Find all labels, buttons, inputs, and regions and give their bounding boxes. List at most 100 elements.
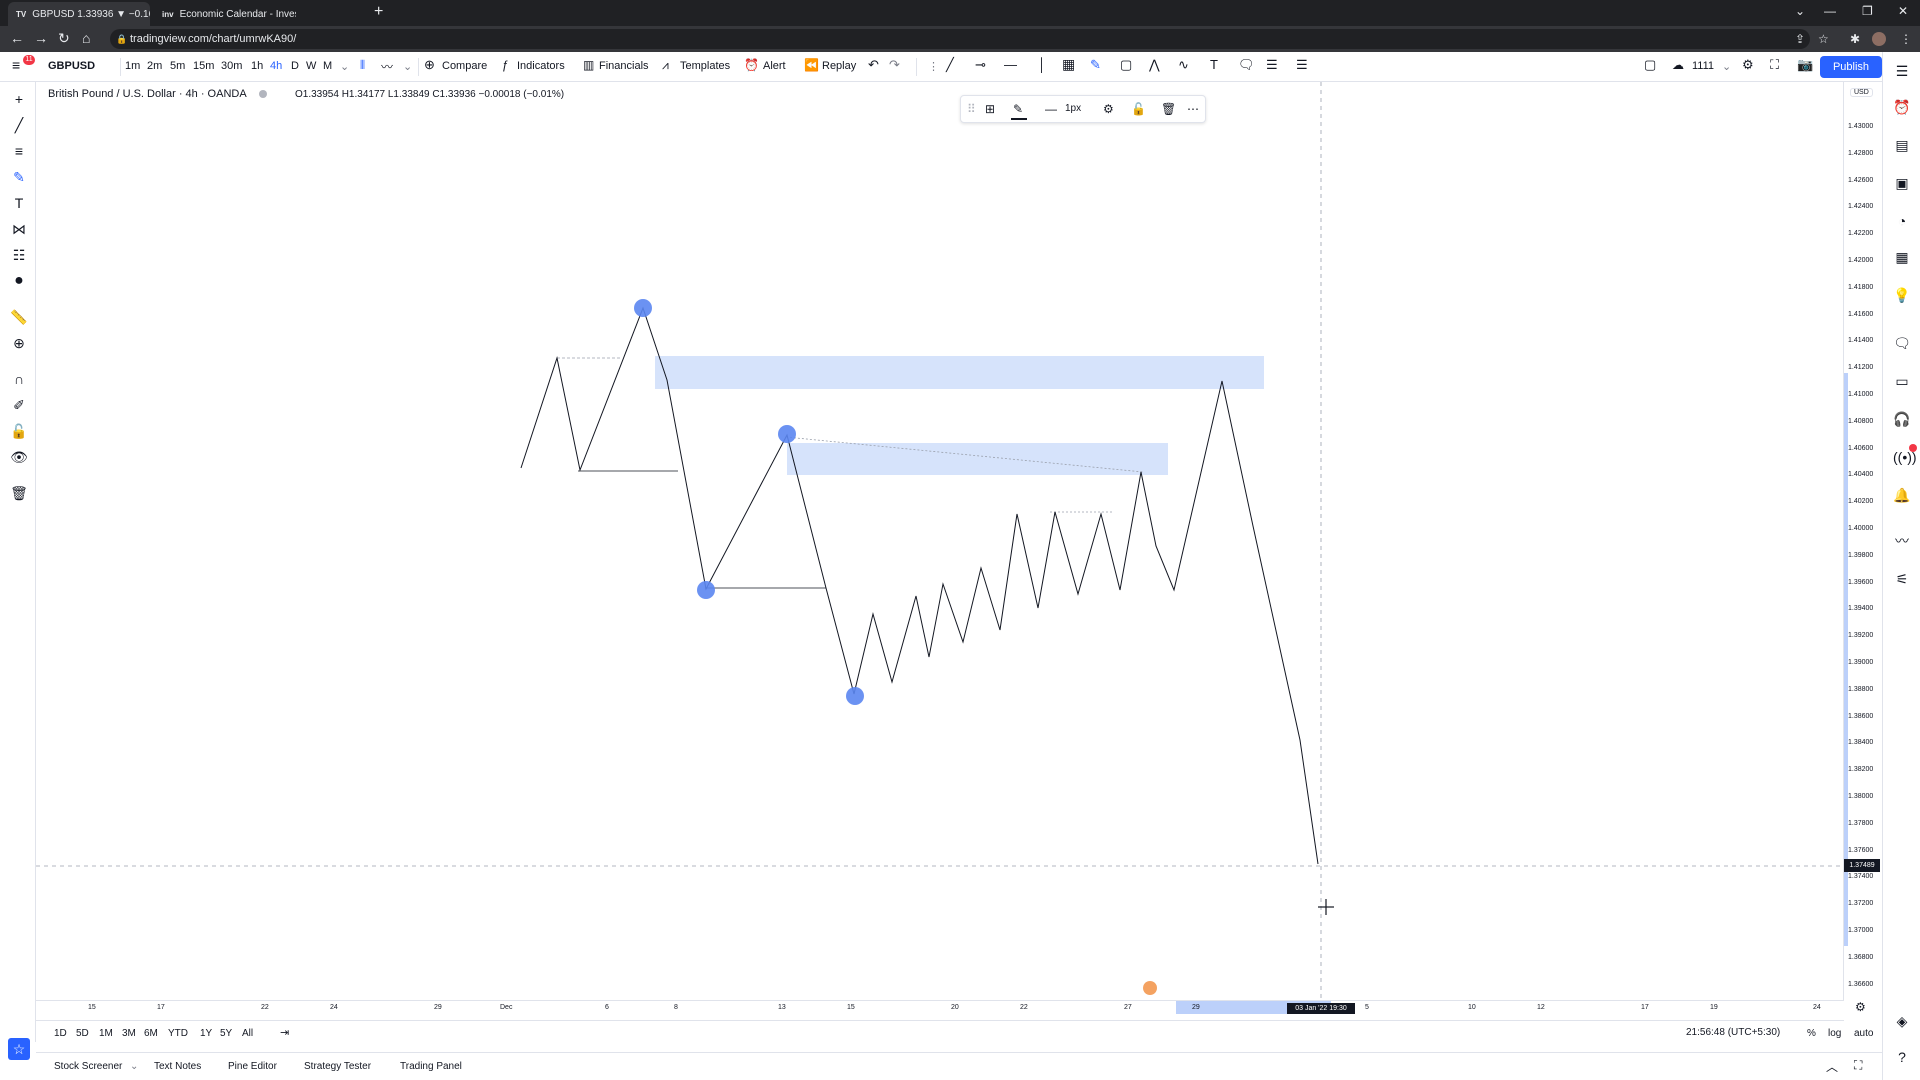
alerts-clock-icon[interactable]: ⏰ [1893, 98, 1911, 116]
log-scale-toggle[interactable]: log [1828, 1028, 1841, 1039]
trend-line-icon[interactable]: ╱ [10, 116, 28, 134]
line-width-icon[interactable]: — [1045, 102, 1057, 116]
tab-pine-editor[interactable]: Pine Editor [228, 1061, 277, 1072]
replay-icon[interactable]: ⏪ [804, 58, 819, 72]
maximize-icon[interactable]: ❐ [1862, 4, 1873, 18]
watchlist-icon[interactable]: ☰ [1893, 62, 1911, 80]
chevron-down-icon[interactable]: ⌄ [130, 1061, 138, 1072]
fib-grid-icon[interactable]: ▦ [1062, 56, 1075, 73]
more-icon[interactable]: ⋯ [1187, 102, 1199, 116]
trash-icon[interactable]: 🗑 [10, 484, 28, 502]
home-icon[interactable]: ⌂ [82, 30, 90, 46]
indicators-icon[interactable]: ƒ [502, 58, 509, 72]
notifications-bell-icon[interactable]: 🔔 [1893, 486, 1911, 504]
extensions-icon[interactable]: ✱ [1850, 32, 1860, 46]
replay-button[interactable]: Replay [822, 60, 856, 72]
economic-event-icon[interactable] [1143, 981, 1157, 995]
candles-icon[interactable]: ⫴ [360, 58, 365, 73]
settings-gear-icon[interactable]: ⚙ [1742, 57, 1754, 73]
indicators-button[interactable]: Indicators [517, 60, 565, 72]
compare-button[interactable]: Compare [442, 60, 487, 72]
chevron-down-icon[interactable]: ⌄ [1722, 60, 1731, 73]
prediction-icon[interactable]: ☷ [10, 246, 28, 264]
percent-scale-toggle[interactable]: % [1807, 1028, 1816, 1039]
range-6m[interactable]: 6M [144, 1028, 158, 1039]
goto-date-icon[interactable]: ⇥ [280, 1026, 289, 1039]
streams-icon[interactable]: 🎧 [1893, 410, 1911, 428]
tab-stock-screener[interactable]: Stock Screener [54, 1061, 122, 1072]
tab-strategy-tester[interactable]: Strategy Tester [304, 1061, 371, 1072]
templates-button[interactable]: Templates [680, 60, 730, 72]
range-1y[interactable]: 1Y [200, 1028, 212, 1039]
callout-icon[interactable]: 🗨 [1238, 57, 1255, 73]
drag-handle-icon[interactable]: ⋮ [928, 60, 939, 73]
collapse-panel-icon[interactable]: ︿ [1826, 1058, 1838, 1075]
financials-button[interactable]: Financials [599, 60, 649, 72]
brush-price-path[interactable] [520, 306, 1319, 865]
interval-4h[interactable]: 4h [270, 60, 282, 72]
interval-30m[interactable]: 30m [221, 60, 242, 72]
tab-text-notes[interactable]: Text Notes [154, 1061, 201, 1072]
publish-button[interactable]: Publish [1820, 56, 1882, 78]
demand-zone-rectangle[interactable] [787, 443, 1168, 475]
camera-icon[interactable]: 📷 [1797, 57, 1813, 73]
new-tab-button[interactable]: + [374, 3, 383, 21]
interval-15m[interactable]: 15m [193, 60, 214, 72]
undo-icon[interactable]: ↶ [868, 57, 879, 73]
rectangle-icon[interactable]: ▢ [1120, 57, 1132, 73]
swing-low-marker[interactable] [697, 581, 715, 599]
fib-retracement-icon[interactable]: ≡ [10, 142, 28, 160]
settings-gear-icon[interactable]: ⚙ [1103, 102, 1114, 116]
range-5y[interactable]: 5Y [220, 1028, 232, 1039]
favorites-star-icon[interactable]: ☆ [8, 1038, 30, 1060]
main-menu-icon[interactable]: ≡ [12, 57, 20, 73]
text-icon[interactable]: T [10, 194, 28, 212]
chat-icon[interactable]: 🗨 [1893, 334, 1911, 352]
templates-icon[interactable]: ⩘ [662, 58, 669, 73]
redo-icon[interactable]: ↷ [889, 57, 900, 73]
interval-1h[interactable]: 1h [251, 60, 263, 72]
auto-scale-toggle[interactable]: auto [1854, 1028, 1873, 1039]
trend-line-icon[interactable]: ╱ [946, 57, 954, 73]
fullscreen-icon[interactable]: ⛶ [1770, 57, 1779, 73]
vertical-line-icon[interactable]: │ [1038, 57, 1046, 72]
pencil-brush-icon[interactable]: ✎ [1090, 57, 1101, 73]
tab-search-icon[interactable]: ⌄ [1795, 4, 1805, 18]
messages-icon[interactable]: ▭ [1893, 372, 1911, 390]
zoom-in-icon[interactable]: ⊕ [10, 334, 28, 352]
supply-zone-rectangle[interactable] [655, 356, 1264, 389]
range-1d[interactable]: 1D [54, 1028, 67, 1039]
stay-drawing-icon[interactable]: ✐ [10, 396, 28, 414]
alert-button[interactable]: Alert [763, 60, 786, 72]
calendar-icon[interactable]: ◔ [1893, 212, 1911, 230]
clock-timezone[interactable]: 21:56:48 (UTC+5:30) [1686, 1027, 1780, 1038]
symbol-legend[interactable]: British Pound / U.S. Dollar · 4h · OANDA [48, 88, 268, 100]
bookmark-star-icon[interactable]: ☆ [1818, 32, 1829, 46]
browser-menu-icon[interactable]: ⋮ [1900, 32, 1912, 46]
interval-m[interactable]: M [323, 60, 332, 72]
financials-icon[interactable]: ▥ [583, 58, 594, 72]
ruler-icon[interactable]: 📏 [10, 308, 28, 326]
broadcast-icon[interactable]: ((•)) [1893, 448, 1917, 466]
price-chart[interactable] [36, 82, 1844, 1002]
currency-selector[interactable]: USD [1850, 88, 1873, 97]
line-width-label[interactable]: 1px [1065, 103, 1081, 114]
range-ytd[interactable]: YTD [168, 1028, 188, 1039]
layout-name[interactable]: 1111 [1692, 60, 1714, 72]
measure-icon[interactable]: ☰ [1266, 57, 1278, 73]
share-icon[interactable]: ⇪ [1795, 32, 1805, 46]
alert-clock-icon[interactable]: ⏰ [744, 58, 759, 72]
icon-shapes-icon[interactable]: ● [10, 272, 28, 290]
lock-icon[interactable]: 🔓 [1131, 102, 1146, 116]
back-icon[interactable]: ← [10, 30, 24, 46]
tab-trading-panel[interactable]: Trading Panel [400, 1061, 462, 1072]
horizontal-line-icon[interactable]: — [1004, 57, 1017, 72]
text-tool-icon[interactable]: T [1210, 57, 1218, 72]
time-axis[interactable] [36, 1000, 1844, 1014]
url-field[interactable]: 🔒 tradingview.com/chart/umrwKA90/ [110, 29, 1810, 49]
more-drawings-icon[interactable]: ☰ [1296, 57, 1308, 73]
help-icon[interactable]: ? [1893, 1048, 1911, 1066]
interval-w[interactable]: W [306, 60, 316, 72]
magnet-icon[interactable]: ∩ [10, 370, 28, 388]
layout-icon[interactable]: ▢ [1644, 57, 1656, 73]
